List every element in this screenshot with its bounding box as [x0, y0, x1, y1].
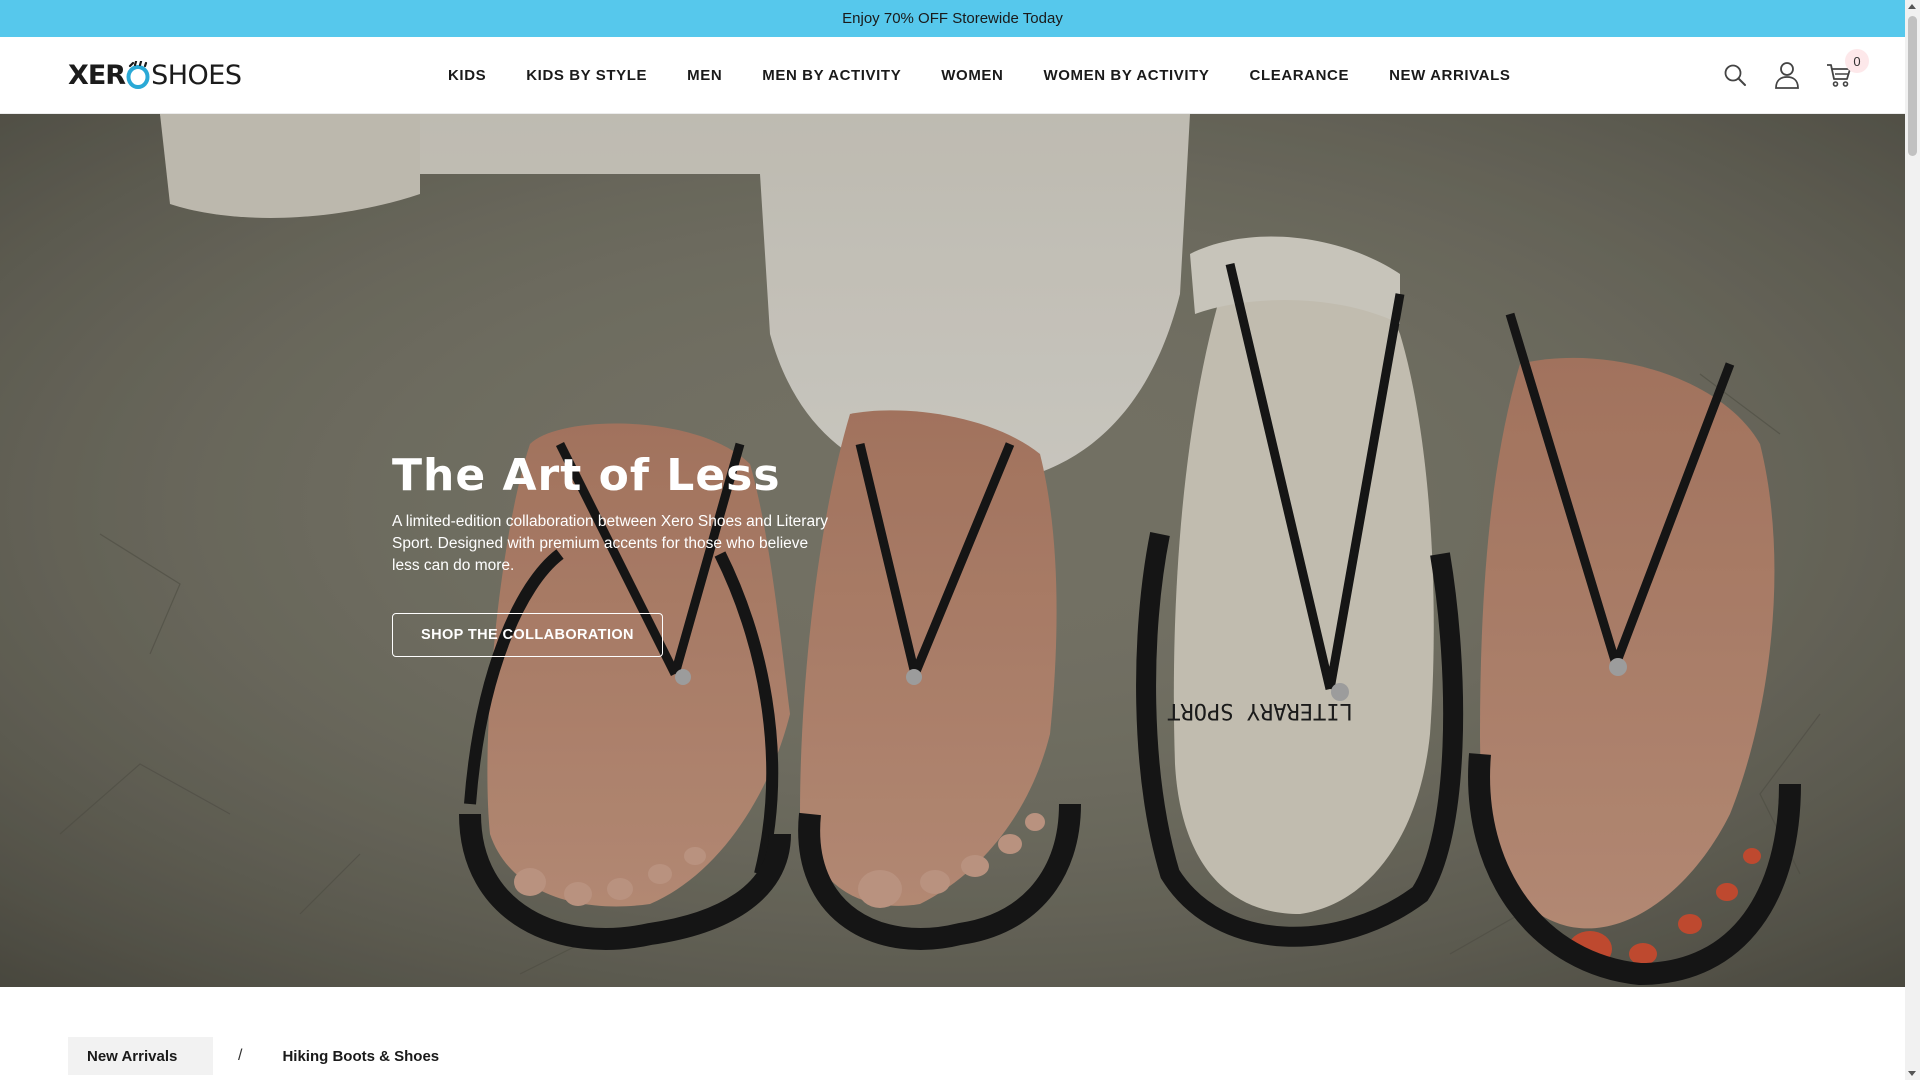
hero-image: LITERARY SPORT	[0, 114, 1905, 987]
xero-o-logo-icon	[126, 61, 150, 89]
nav-item-clearance[interactable]: CLEARANCE	[1250, 67, 1350, 84]
nav-item-kids-by-style[interactable]: KIDS BY STYLE	[526, 67, 647, 84]
nav-item-women-by-activity[interactable]: WOMEN BY ACTIVITY	[1043, 67, 1209, 84]
page: Enjoy 70% OFF Storewide Today XER SHOES …	[0, 0, 1905, 1080]
search-icon	[1724, 64, 1746, 86]
header-actions: 0	[1699, 49, 1869, 99]
account-button[interactable]	[1771, 59, 1803, 91]
collection-tabs: New Arrivals / Hiking Boots & Shoes	[68, 1037, 439, 1075]
page-scrollbar[interactable]	[1905, 0, 1920, 1080]
cart-button[interactable]: 0	[1823, 49, 1869, 91]
main-nav: KIDS KIDS BY STYLE MEN MEN BY ACTIVITY W…	[448, 37, 1550, 114]
scroll-down-arrow-icon[interactable]	[1908, 1071, 1916, 1076]
hero-description: A limited-edition collaboration between …	[392, 513, 828, 574]
user-icon	[1775, 62, 1799, 89]
logo-text-right: SHOES	[151, 59, 242, 91]
tab-hiking-boots-shoes[interactable]: Hiking Boots & Shoes	[282, 1048, 439, 1065]
nav-item-men[interactable]: MEN	[687, 67, 722, 84]
search-button[interactable]	[1719, 59, 1751, 91]
nav-item-kids[interactable]: KIDS	[448, 67, 486, 84]
scroll-up-arrow-icon[interactable]	[1908, 4, 1916, 9]
scroll-thumb[interactable]	[1908, 16, 1917, 156]
shop-collaboration-button[interactable]: SHOP THE COLLABORATION	[392, 613, 663, 657]
announcement-text: Enjoy 70% OFF Storewide Today	[842, 10, 1063, 27]
tab-separator: /	[238, 1047, 243, 1064]
site-header: XER SHOES KIDS KIDS BY STYLE MEN MEN BY …	[0, 37, 1905, 114]
site-logo[interactable]: XER SHOES	[68, 59, 242, 91]
cart-count-badge: 0	[1845, 49, 1869, 73]
tab-new-arrivals[interactable]: New Arrivals	[68, 1037, 213, 1075]
hero-title: The Art of Less	[392, 450, 781, 501]
nav-item-new-arrivals[interactable]: NEW ARRIVALS	[1389, 67, 1510, 84]
hero-banner: LITERARY SPORT The Art of Less A limited…	[0, 114, 1905, 987]
announcement-bar: Enjoy 70% OFF Storewide Today	[0, 0, 1905, 37]
hero-content: The Art of Less A limited-edition collab…	[392, 450, 852, 657]
nav-item-women[interactable]: WOMEN	[941, 67, 1003, 84]
nav-item-men-by-activity[interactable]: MEN BY ACTIVITY	[762, 67, 901, 84]
logo-text-left: XER	[68, 59, 126, 91]
